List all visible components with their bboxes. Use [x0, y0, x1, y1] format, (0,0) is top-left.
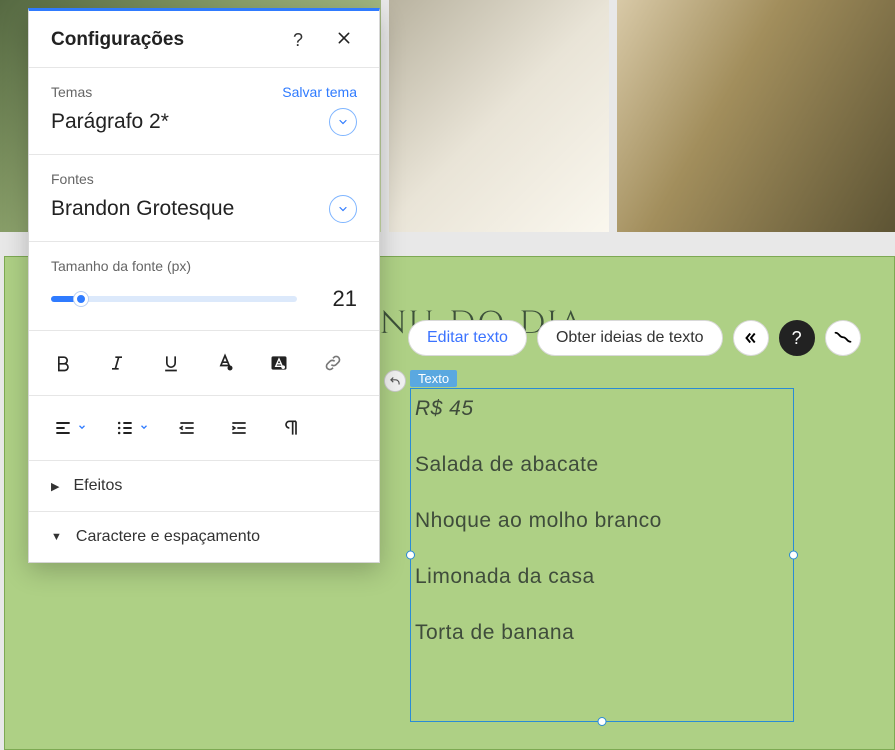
indent-increase-button[interactable] — [227, 416, 251, 440]
spacing-section-toggle[interactable]: ▼ Caractere e espaçamento — [29, 512, 379, 562]
themes-label: Temas — [51, 84, 92, 100]
fonts-label: Fontes — [51, 171, 94, 187]
help-icon[interactable]: ? — [285, 30, 311, 51]
text-line-price[interactable]: R$ 45 — [415, 397, 789, 421]
slider-thumb[interactable] — [74, 292, 88, 306]
edit-text-button[interactable]: Editar texto — [408, 320, 527, 356]
banner-image-3 — [617, 0, 895, 232]
text-line[interactable]: Nhoque ao molho branco — [415, 509, 789, 533]
effects-section-toggle[interactable]: ▶ Efeitos — [29, 461, 379, 511]
more-tools-button[interactable] — [733, 320, 769, 356]
close-icon[interactable] — [331, 30, 357, 51]
font-size-label: Tamanho da fonte (px) — [51, 258, 191, 274]
list-button[interactable] — [113, 416, 137, 440]
text-element[interactable]: Texto R$ 45 Salada de abacate Nhoque ao … — [410, 388, 794, 722]
link-button[interactable] — [321, 351, 345, 375]
fonts-value: Brandon Grotesque — [51, 197, 234, 221]
themes-value: Parágrafo 2* — [51, 110, 169, 134]
settings-panel-title: Configurações — [51, 29, 285, 51]
resize-handle-right[interactable] — [789, 551, 798, 560]
highlight-button[interactable] — [267, 351, 291, 375]
paragraph-toolbar — [29, 396, 379, 460]
font-size-section: Tamanho da fonte (px) 21 — [29, 242, 379, 330]
bold-button[interactable] — [51, 351, 75, 375]
get-text-ideas-button[interactable]: Obter ideias de texto — [537, 320, 723, 356]
text-color-button[interactable] — [213, 351, 237, 375]
text-line[interactable]: Torta de banana — [415, 621, 789, 645]
chevron-right-icon: ▶ — [51, 480, 59, 493]
themes-section: Temas Salvar tema Parágrafo 2* — [29, 68, 379, 154]
help-button[interactable]: ? — [779, 320, 815, 356]
text-line[interactable]: Salada de abacate — [415, 453, 789, 477]
text-direction-button[interactable] — [279, 416, 303, 440]
save-theme-link[interactable]: Salvar tema — [282, 84, 357, 100]
spacing-label: Caractere e espaçamento — [76, 528, 260, 546]
underline-button[interactable] — [159, 351, 183, 375]
resize-handle-bottom[interactable] — [598, 717, 607, 726]
chevron-down-icon: ▼ — [51, 531, 62, 543]
effects-label: Efeitos — [73, 477, 122, 495]
font-size-slider[interactable] — [51, 289, 297, 309]
indent-decrease-button[interactable] — [175, 416, 199, 440]
resize-handle-left[interactable] — [406, 551, 415, 560]
align-button[interactable] — [51, 416, 75, 440]
font-size-value[interactable]: 21 — [313, 286, 357, 312]
undo-icon[interactable] — [384, 370, 406, 392]
settings-panel-header: Configurações ? — [29, 11, 379, 67]
element-type-badge: Texto — [410, 370, 457, 387]
fonts-dropdown-button[interactable] — [329, 195, 357, 223]
settings-panel: Configurações ? Temas Salvar tema Parágr… — [28, 8, 380, 563]
italic-button[interactable] — [105, 351, 129, 375]
element-toolbar: Editar texto Obter ideias de texto ? — [408, 320, 861, 356]
fonts-section: Fontes Brandon Grotesque — [29, 155, 379, 241]
banner-image-2 — [389, 0, 609, 232]
text-content[interactable]: R$ 45 Salada de abacate Nhoque ao molho … — [410, 388, 794, 722]
format-toolbar — [29, 331, 379, 395]
themes-dropdown-button[interactable] — [329, 108, 357, 136]
text-line[interactable]: Limonada da casa — [415, 565, 789, 589]
animation-button[interactable] — [825, 320, 861, 356]
